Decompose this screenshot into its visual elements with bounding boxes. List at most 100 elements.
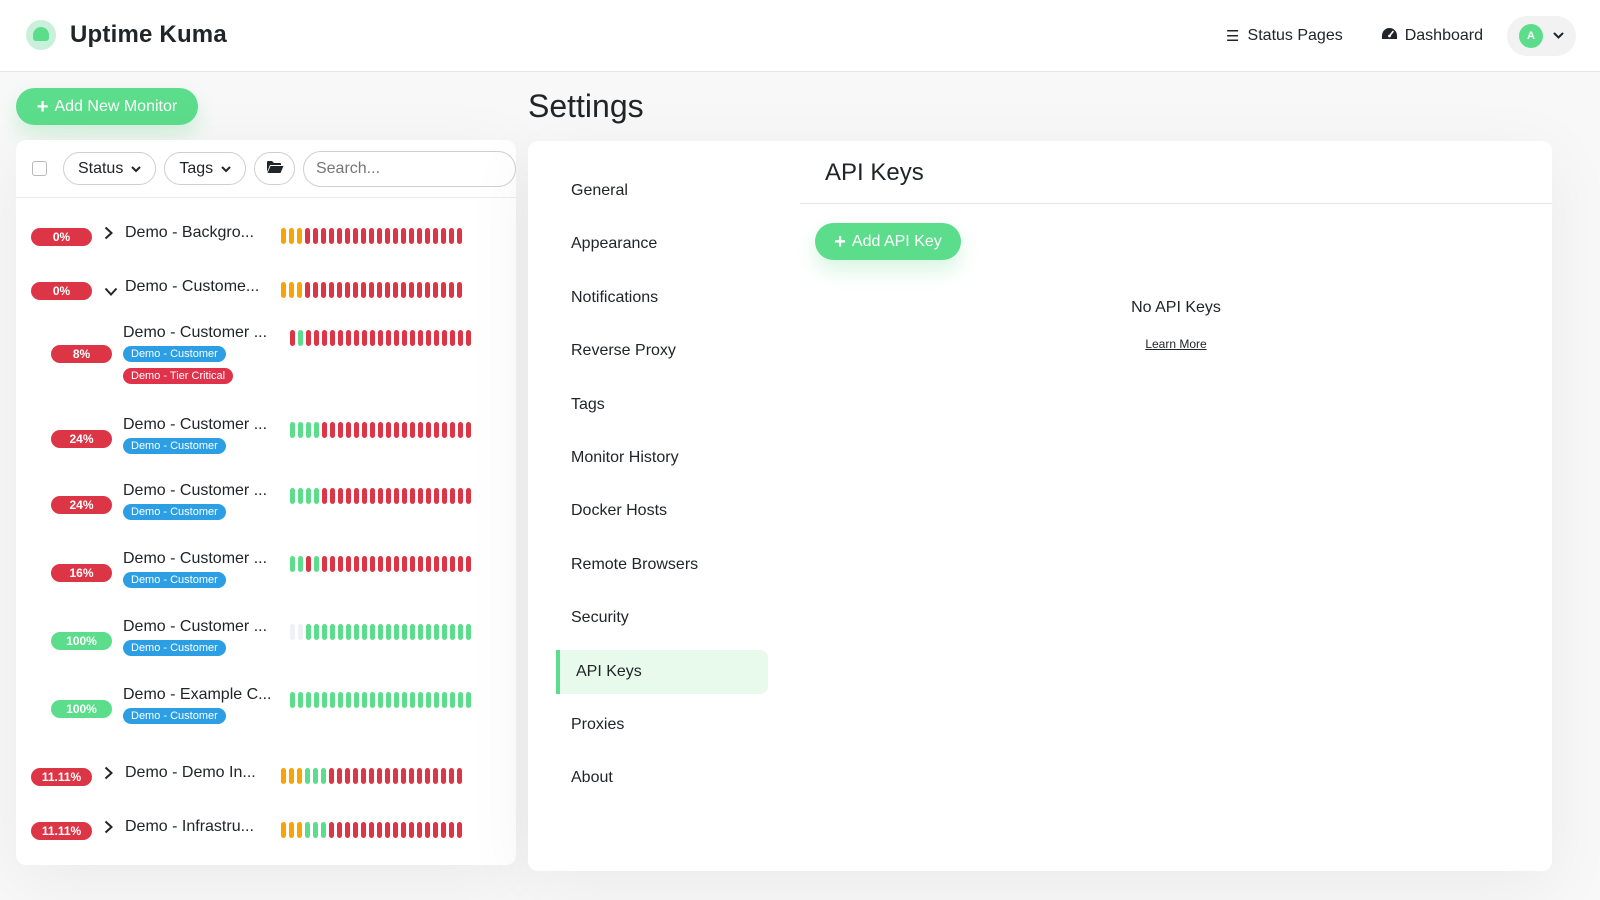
heartbeat-beat[interactable] [425, 228, 430, 244]
heartbeat-beat[interactable] [401, 228, 406, 244]
heartbeat-beat[interactable] [290, 556, 295, 572]
heartbeat-beat[interactable] [298, 488, 303, 504]
heartbeat-beat[interactable] [393, 822, 398, 838]
heartbeat-beat[interactable] [418, 330, 423, 346]
heartbeat-beat[interactable] [402, 422, 407, 438]
heartbeat-beat[interactable] [281, 822, 286, 838]
heartbeat-beat[interactable] [377, 768, 382, 784]
heartbeat-beat[interactable] [346, 488, 351, 504]
heartbeat-beat[interactable] [330, 556, 335, 572]
heartbeat-beat[interactable] [410, 692, 415, 708]
settings-menu-general[interactable]: General [556, 169, 768, 213]
heartbeat-beat[interactable] [313, 768, 318, 784]
heartbeat-beat[interactable] [434, 422, 439, 438]
heartbeat-beat[interactable] [402, 556, 407, 572]
tags-filter-button[interactable]: Tags [164, 152, 247, 185]
heartbeat-beat[interactable] [329, 282, 334, 298]
heartbeat-beat[interactable] [401, 282, 406, 298]
heartbeat-beat[interactable] [330, 488, 335, 504]
heartbeat-beat[interactable] [402, 488, 407, 504]
heartbeat-beat[interactable] [441, 822, 446, 838]
heartbeat-beat[interactable] [458, 624, 463, 640]
heartbeat-beat[interactable] [281, 768, 286, 784]
heartbeat-beat[interactable] [434, 692, 439, 708]
heartbeat-beat[interactable] [378, 330, 383, 346]
heartbeat-beat[interactable] [457, 282, 462, 298]
heartbeat-beat[interactable] [369, 282, 374, 298]
heartbeat-beat[interactable] [314, 422, 319, 438]
heartbeat-beat[interactable] [410, 488, 415, 504]
heartbeat-beat[interactable] [290, 692, 295, 708]
learn-more-link[interactable]: Learn More [800, 337, 1552, 351]
heartbeat-beat[interactable] [337, 282, 342, 298]
settings-menu-remote-browsers[interactable]: Remote Browsers [556, 543, 768, 587]
heartbeat-beat[interactable] [386, 488, 391, 504]
heartbeat-beat[interactable] [450, 692, 455, 708]
heartbeat-beat[interactable] [441, 768, 446, 784]
chevron-right-icon[interactable] [104, 766, 114, 783]
heartbeat-beat[interactable] [322, 488, 327, 504]
heartbeat-beat[interactable] [418, 692, 423, 708]
heartbeat-beat[interactable] [434, 556, 439, 572]
heartbeat-beat[interactable] [402, 330, 407, 346]
heartbeat-beat[interactable] [306, 692, 311, 708]
heartbeat-beat[interactable] [298, 624, 303, 640]
heartbeat-beat[interactable] [330, 624, 335, 640]
heartbeat-beat[interactable] [346, 422, 351, 438]
heartbeat-beat[interactable] [321, 282, 326, 298]
heartbeat-beat[interactable] [361, 282, 366, 298]
heartbeat-beat[interactable] [338, 624, 343, 640]
heartbeat-beat[interactable] [409, 282, 414, 298]
heartbeat-beat[interactable] [401, 768, 406, 784]
heartbeat-beat[interactable] [458, 330, 463, 346]
heartbeat-beat[interactable] [385, 768, 390, 784]
heartbeat-beat[interactable] [322, 556, 327, 572]
heartbeat-beat[interactable] [426, 624, 431, 640]
heartbeat-beat[interactable] [337, 768, 342, 784]
heartbeat-beat[interactable] [450, 556, 455, 572]
heartbeat-beat[interactable] [441, 228, 446, 244]
heartbeat-beat[interactable] [322, 422, 327, 438]
heartbeat-beat[interactable] [361, 768, 366, 784]
settings-menu-monitor-history[interactable]: Monitor History [556, 436, 768, 480]
heartbeat-beat[interactable] [337, 822, 342, 838]
heartbeat-beat[interactable] [386, 692, 391, 708]
heartbeat-beat[interactable] [370, 330, 375, 346]
heartbeat-beat[interactable] [281, 282, 286, 298]
heartbeat-beat[interactable] [281, 228, 286, 244]
add-new-monitor-button[interactable]: + Add New Monitor [16, 88, 198, 125]
heartbeat-beat[interactable] [457, 822, 462, 838]
heartbeat-beat[interactable] [354, 488, 359, 504]
heartbeat-beat[interactable] [306, 488, 311, 504]
select-all-checkbox[interactable] [32, 161, 47, 176]
heartbeat-beat[interactable] [433, 282, 438, 298]
heartbeat-beat[interactable] [370, 692, 375, 708]
heartbeat-beat[interactable] [417, 282, 422, 298]
heartbeat-beat[interactable] [386, 422, 391, 438]
heartbeat-beat[interactable] [457, 228, 462, 244]
heartbeat-beat[interactable] [314, 692, 319, 708]
heartbeat-beat[interactable] [458, 692, 463, 708]
heartbeat-beat[interactable] [361, 822, 366, 838]
heartbeat-beat[interactable] [466, 422, 471, 438]
heartbeat-beat[interactable] [329, 822, 334, 838]
heartbeat-beat[interactable] [442, 488, 447, 504]
heartbeat-beat[interactable] [362, 330, 367, 346]
heartbeat-beat[interactable] [409, 822, 414, 838]
add-api-key-button[interactable]: + Add API Key [815, 223, 961, 260]
heartbeat-beat[interactable] [450, 488, 455, 504]
heartbeat-beat[interactable] [338, 488, 343, 504]
heartbeat-beat[interactable] [353, 822, 358, 838]
heartbeat-beat[interactable] [322, 692, 327, 708]
settings-menu-reverse-proxy[interactable]: Reverse Proxy [556, 329, 768, 373]
heartbeat-beat[interactable] [378, 556, 383, 572]
heartbeat-beat[interactable] [298, 422, 303, 438]
heartbeat-beat[interactable] [378, 422, 383, 438]
heartbeat-beat[interactable] [410, 330, 415, 346]
heartbeat-beat[interactable] [289, 822, 294, 838]
heartbeat-beat[interactable] [402, 692, 407, 708]
heartbeat-beat[interactable] [426, 330, 431, 346]
heartbeat-beat[interactable] [442, 330, 447, 346]
heartbeat-beat[interactable] [354, 556, 359, 572]
heartbeat-beat[interactable] [362, 624, 367, 640]
